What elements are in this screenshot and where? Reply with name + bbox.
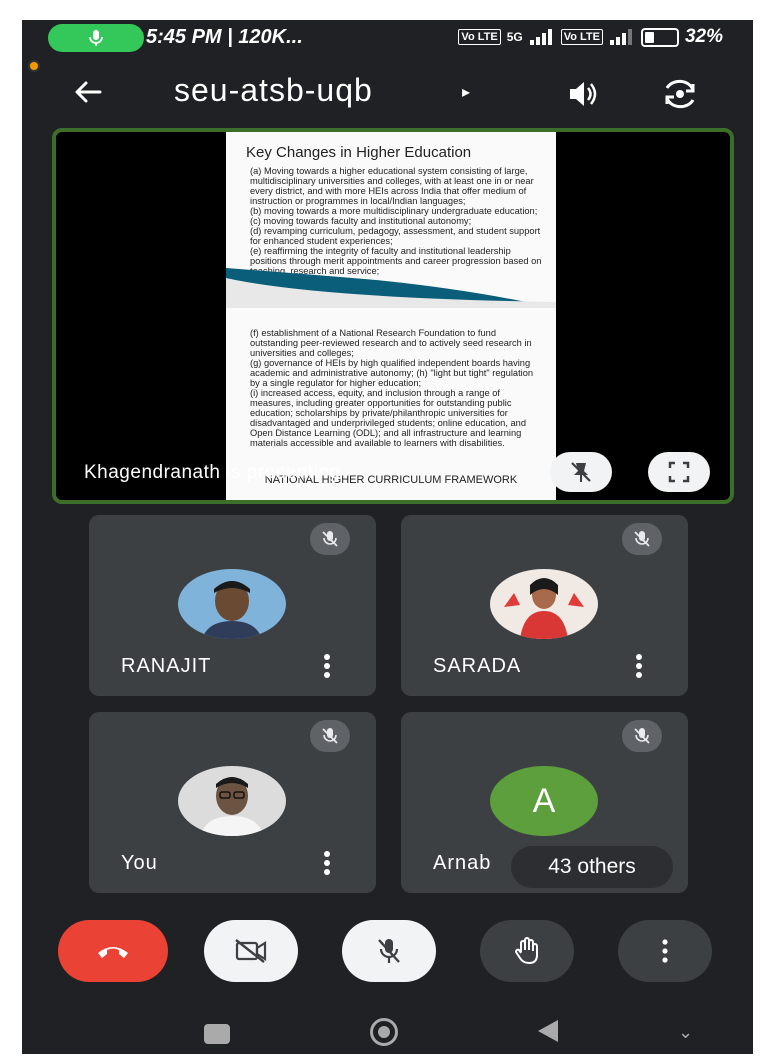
muted-badge bbox=[310, 720, 350, 752]
muted-badge bbox=[622, 523, 662, 555]
system-nav-bar: ⌄ bbox=[22, 1008, 753, 1054]
participant-name: RANAJIT bbox=[121, 655, 212, 677]
mic-off-icon bbox=[634, 728, 650, 744]
more-options-icon[interactable] bbox=[317, 850, 337, 876]
meet-screen: 5:45 PM | 120K... Vo LTE 5G Vo LTE 32% s… bbox=[22, 20, 753, 1054]
slide-title: Key Changes in Higher Education bbox=[246, 144, 472, 161]
hang-up-icon bbox=[98, 947, 128, 958]
status-indicators: Vo LTE 5G Vo LTE 32% bbox=[458, 26, 723, 48]
slide-text-bottom: (f) establishment of a National Research… bbox=[250, 328, 534, 448]
back-arrow-icon[interactable] bbox=[66, 70, 110, 114]
fullscreen-icon bbox=[668, 461, 690, 483]
hide-nav-icon[interactable]: ⌄ bbox=[678, 1022, 693, 1043]
speaker-icon[interactable] bbox=[560, 72, 604, 116]
status-time: 5:45 PM | 120K... bbox=[146, 26, 303, 48]
end-call-button[interactable] bbox=[58, 920, 168, 982]
unpin-icon bbox=[571, 462, 591, 482]
camera-toggle-button[interactable] bbox=[204, 920, 298, 982]
muted-badge bbox=[310, 523, 350, 555]
meeting-code[interactable]: seu-atsb-uqb bbox=[174, 72, 373, 109]
volte-badge-2: Vo LTE bbox=[560, 29, 603, 45]
participant-tile[interactable]: RANAJIT bbox=[89, 515, 376, 696]
battery-icon bbox=[640, 27, 679, 47]
raise-hand-button[interactable] bbox=[480, 920, 574, 982]
participant-tile[interactable]: You bbox=[89, 712, 376, 893]
signal-icon-2 bbox=[609, 29, 632, 45]
avatar bbox=[178, 766, 286, 836]
more-options-button[interactable] bbox=[618, 920, 712, 982]
more-options-icon[interactable] bbox=[317, 653, 337, 679]
muted-badge bbox=[622, 720, 662, 752]
meeting-header: seu-atsb-uqb ▸ bbox=[22, 64, 753, 120]
more-options-icon[interactable] bbox=[629, 653, 649, 679]
back-button[interactable] bbox=[538, 1020, 558, 1042]
recents-button[interactable] bbox=[204, 1024, 230, 1044]
volte-badge: Vo LTE bbox=[458, 29, 501, 45]
mic-off-icon bbox=[634, 531, 650, 547]
slide-decoration bbox=[226, 268, 556, 308]
avatar bbox=[490, 569, 598, 639]
battery-level: 32% bbox=[684, 26, 723, 47]
mic-active-indicator[interactable] bbox=[48, 24, 144, 52]
mic-off-icon bbox=[322, 531, 338, 547]
mic-off-icon bbox=[378, 939, 400, 963]
hand-icon bbox=[515, 937, 538, 964]
slide-text-top: (a) Moving towards a higher educational … bbox=[250, 166, 542, 276]
microphone-icon bbox=[89, 30, 103, 46]
more-vert-icon bbox=[662, 939, 668, 963]
presenter-label: Khagendranath is presenting bbox=[84, 462, 341, 483]
participant-name: SARADA bbox=[433, 655, 522, 677]
letter-avatar: A bbox=[490, 766, 598, 836]
others-count-button[interactable]: 43 others bbox=[511, 846, 673, 888]
avatar bbox=[178, 569, 286, 639]
participant-name: You bbox=[121, 852, 158, 874]
fullscreen-button[interactable] bbox=[648, 452, 710, 492]
participant-tile[interactable]: SARADA bbox=[401, 515, 688, 696]
mic-off-icon bbox=[322, 728, 338, 744]
participant-name: Arnab bbox=[433, 852, 492, 874]
network-type: 5G bbox=[506, 30, 523, 44]
switch-camera-icon[interactable] bbox=[658, 72, 702, 116]
presentation-tile[interactable]: Key Changes in Higher Education (a) Movi… bbox=[52, 128, 734, 504]
signal-icon bbox=[529, 29, 552, 45]
microphone-toggle-button[interactable] bbox=[342, 920, 436, 982]
camera-off-icon bbox=[235, 939, 267, 963]
status-bar: 5:45 PM | 120K... Vo LTE 5G Vo LTE 32% bbox=[22, 20, 753, 56]
meeting-details-caret-icon[interactable]: ▸ bbox=[462, 82, 470, 102]
home-button[interactable] bbox=[370, 1018, 398, 1046]
unpin-button[interactable] bbox=[550, 452, 612, 492]
shared-slide: Key Changes in Higher Education (a) Movi… bbox=[226, 132, 556, 500]
